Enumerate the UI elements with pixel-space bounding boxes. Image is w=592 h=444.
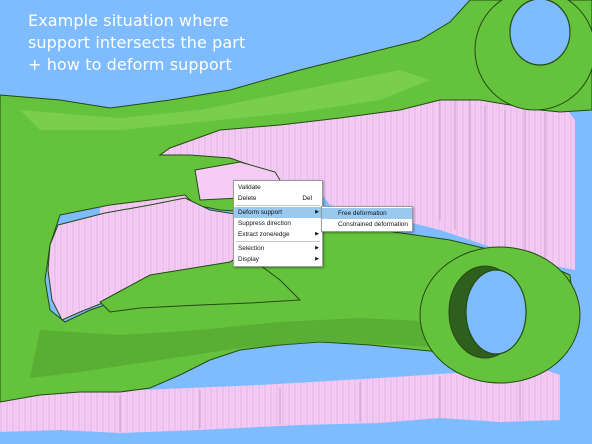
deform-submenu: Free deformation Constrained deformation (321, 206, 413, 232)
submenu-arrow-icon: ▶ (315, 209, 319, 215)
menu-item-deform-support[interactable]: Deform support ▶ (234, 207, 322, 218)
menu-item-label: Validate (238, 184, 261, 191)
submenu-arrow-icon: ▶ (315, 256, 319, 262)
menu-item-label: Deform support (238, 209, 283, 216)
shortcut-label: Del (302, 195, 312, 202)
caption-line: support intersects the part (28, 33, 246, 52)
caption-text: Example situation where support intersec… (28, 10, 328, 76)
submenu-arrow-icon: ▶ (315, 245, 319, 251)
caption-line: + how to deform support (28, 55, 232, 74)
menu-item-delete[interactable]: Delete Del (234, 193, 322, 204)
menu-item-validate[interactable]: Validate (234, 182, 322, 193)
menu-item-suppress-direction[interactable]: Suppress direction (234, 218, 322, 229)
caption-line: Example situation where (28, 11, 229, 30)
submenu-arrow-icon: ▶ (315, 231, 319, 237)
bottom-ring[interactable] (419, 246, 581, 384)
menu-item-label: Constrained deformation (338, 221, 408, 228)
menu-item-label: Free deformation (338, 210, 387, 217)
context-menu: Validate Delete Del Deform support ▶ Sup… (233, 180, 323, 267)
menu-item-label: Suppress direction (238, 220, 291, 227)
menu-item-label: Display (238, 256, 259, 263)
menu-item-label: Extract zone/edge (238, 231, 290, 238)
menu-separator (236, 241, 320, 242)
menu-item-free-deformation[interactable]: Free deformation (322, 208, 412, 219)
menu-item-label: Selection (238, 245, 265, 252)
menu-item-constrained-deformation[interactable]: Constrained deformation (322, 219, 412, 230)
menu-separator (236, 205, 320, 206)
menu-item-label: Delete (238, 195, 257, 202)
menu-item-selection[interactable]: Selection ▶ (234, 243, 322, 254)
menu-item-extract-zone-edge[interactable]: Extract zone/edge ▶ (234, 229, 322, 240)
menu-item-display[interactable]: Display ▶ (234, 254, 322, 265)
